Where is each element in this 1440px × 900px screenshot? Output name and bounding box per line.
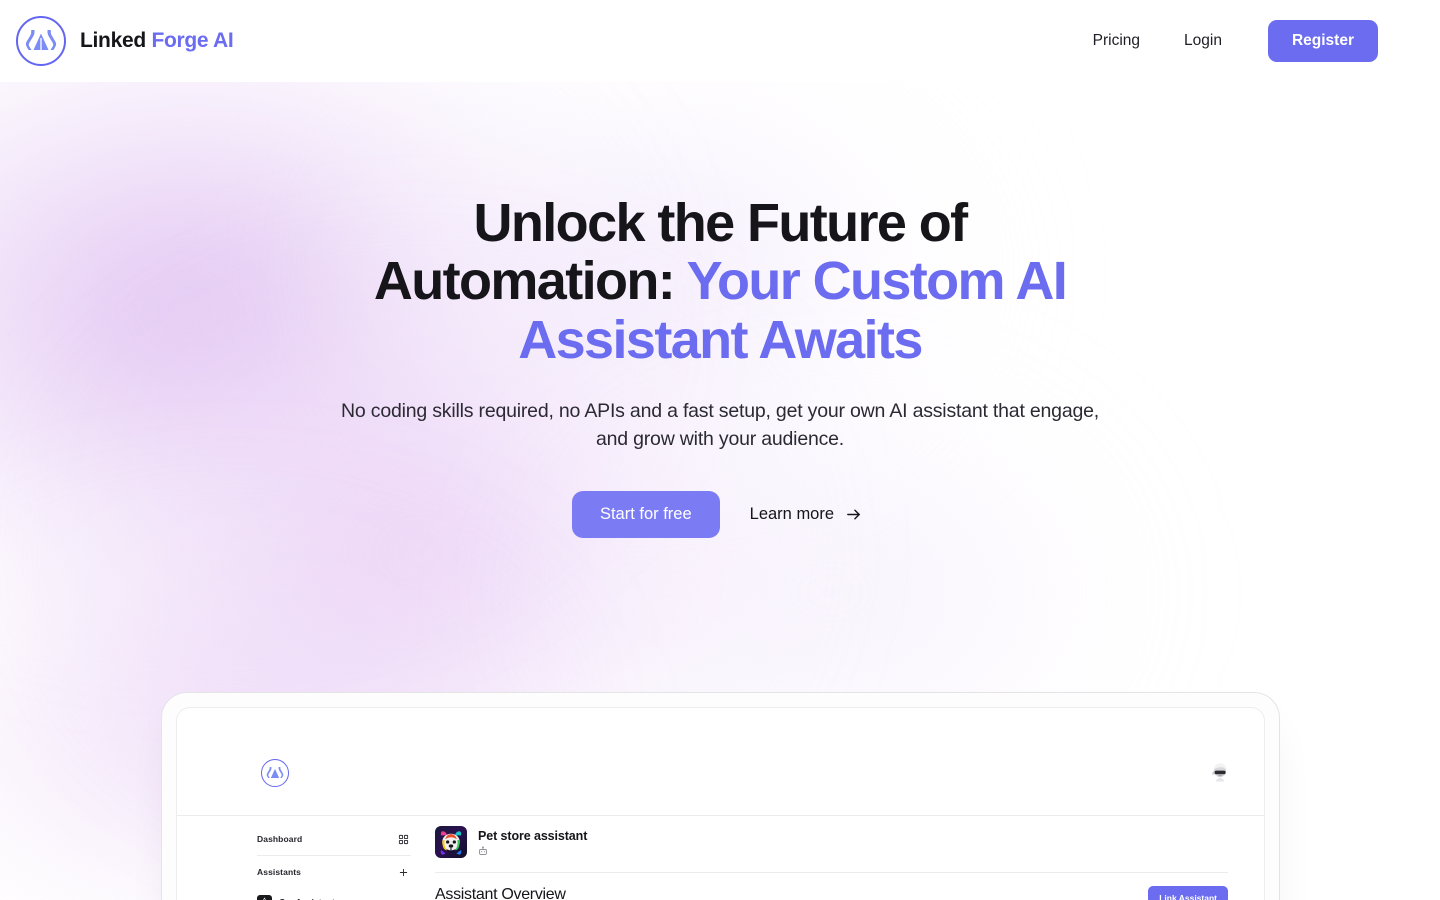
car-assistant-avatar <box>257 894 272 900</box>
plus-icon[interactable] <box>398 867 409 878</box>
sidebar-divider <box>257 855 411 856</box>
app-logo-icon[interactable] <box>261 758 289 787</box>
site-header: Linked Forge AI Pricing Login Register <box>0 0 1440 82</box>
app-sidebar: Dashboard Assistants <box>255 816 417 900</box>
hero-title: Unlock the Future of Automation: Your Cu… <box>370 82 1070 369</box>
dashboard-screen: Dashboard Assistants Pet store assistant… <box>176 707 1265 900</box>
hero-section: Unlock the Future of Automation: Your Cu… <box>0 82 1440 900</box>
assistant-header: Pet store assistant <box>435 826 1228 873</box>
start-for-free-button[interactable]: Start for free <box>571 491 720 539</box>
nav-link-login[interactable]: Login <box>1162 22 1244 60</box>
arrow-right-icon <box>845 506 862 523</box>
dashboard-grid-icon <box>398 834 409 845</box>
sidebar-section-label: Assistants <box>257 867 301 877</box>
sidebar-item-car-assistant[interactable]: Car Assistant <box>255 887 417 900</box>
main-nav: Pricing Login Register <box>1071 20 1378 62</box>
sidebar-item-dashboard[interactable]: Dashboard <box>255 824 417 854</box>
assistant-name: Pet store assistant <box>478 828 588 843</box>
sidebar-item-label: Dashboard <box>257 834 303 844</box>
robot-icon <box>478 845 488 856</box>
brand-text: Linked Forge AI <box>80 29 234 53</box>
sidebar-section-assistants[interactable]: Assistants <box>255 857 417 887</box>
hero-cta-group: Start for free Learn more <box>0 491 1440 539</box>
dashboard-preview-frame: Dashboard Assistants Pet store assistant… <box>161 692 1280 900</box>
nav-link-pricing[interactable]: Pricing <box>1071 22 1162 60</box>
app-body: Dashboard Assistants Pet store assistant… <box>177 816 1264 900</box>
app-topbar <box>177 708 1264 816</box>
learn-more-label: Learn more <box>749 505 835 524</box>
user-avatar[interactable] <box>1206 759 1232 786</box>
brand-word-1: Linked <box>80 29 146 52</box>
register-button[interactable]: Register <box>1267 20 1378 62</box>
link-assistant-button[interactable]: Link Assistant <box>1148 886 1228 900</box>
overview-title: Assistant Overview <box>435 886 566 900</box>
app-main: Pet store assistant Assistant Overview S <box>417 816 1264 900</box>
brand-logo[interactable]: Linked Forge AI <box>16 16 234 66</box>
pet-store-assistant-avatar <box>435 826 467 858</box>
linkedforge-logo-icon <box>16 16 66 66</box>
learn-more-button[interactable]: Learn more <box>744 491 868 538</box>
overview-header: Assistant Overview See how Pet store ass… <box>435 873 1228 900</box>
hero-subtitle: No coding skills required, no APIs and a… <box>341 399 1099 451</box>
assistant-meta <box>478 845 587 856</box>
brand-word-2: Forge AI <box>151 29 234 52</box>
